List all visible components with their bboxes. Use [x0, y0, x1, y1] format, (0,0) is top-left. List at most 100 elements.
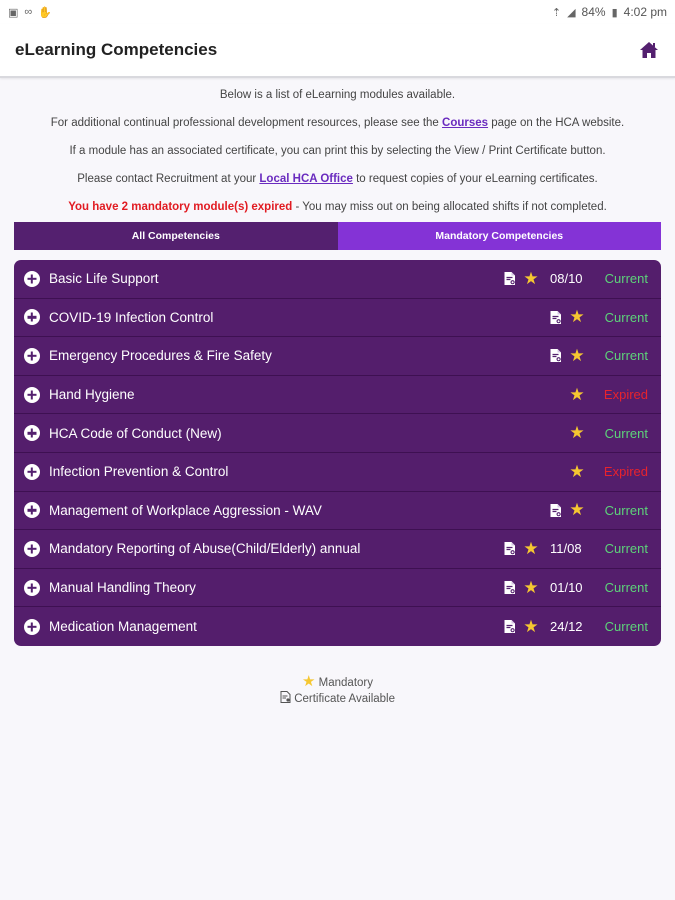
expand-plus-icon[interactable]	[24, 386, 40, 403]
star-icon: ★	[302, 672, 316, 690]
module-name: Infection Prevention & Control	[49, 464, 229, 480]
module-name: Emergency Procedures & Fire Safety	[49, 348, 272, 364]
certificate-icon[interactable]	[502, 271, 518, 286]
certificate-icon[interactable]	[548, 348, 564, 363]
star-icon: ★	[569, 384, 585, 404]
module-status: Expired	[603, 464, 648, 480]
module-name: Hand Hygiene	[49, 387, 135, 403]
expand-plus-icon[interactable]	[24, 463, 40, 480]
gallery-icon: ▣	[8, 6, 19, 19]
intro-line-3: If a module has an associated certificat…	[69, 145, 606, 157]
intro-line-4-text: Please contact Recruitment at your	[77, 173, 260, 185]
module-status: Current	[604, 541, 648, 557]
voicemail-icon: ∞	[24, 6, 33, 18]
module-date: 11/08	[550, 541, 582, 557]
certificate-icon	[280, 690, 294, 705]
expand-plus-icon[interactable]	[24, 270, 40, 287]
module-name: Manual Handling Theory	[49, 580, 196, 596]
intro-section: Below is a list of eLearning modules ava…	[0, 78, 675, 214]
certificate-icon[interactable]	[502, 541, 518, 556]
expired-warning-strong: You have 2 mandatory module(s) expired	[68, 201, 293, 213]
legend-certificate-label: Certificate Available	[294, 692, 395, 705]
expired-warning-text: - You may miss out on being allocated sh…	[292, 201, 607, 213]
module-row[interactable]: Hand Hygiene ★ Expired	[14, 376, 661, 415]
intro-line-4-suffix: to request copies of your eLearning cert…	[352, 173, 598, 185]
module-row[interactable]: Medication Management ★ 24/12 Current	[14, 607, 661, 646]
legend-certificate: Certificate Available	[0, 690, 675, 707]
expand-plus-icon[interactable]	[24, 347, 40, 364]
module-row[interactable]: Emergency Procedures & Fire Safety ★ Curre…	[14, 337, 661, 376]
star-icon: ★	[523, 616, 539, 636]
hand-icon: ✋	[38, 6, 52, 19]
module-row[interactable]: Infection Prevention & Control ★ Expired	[14, 453, 661, 492]
battery-level: 84%	[581, 5, 606, 19]
module-name: Basic Life Support	[49, 271, 159, 287]
signal-icon: ◢	[567, 6, 576, 19]
module-date: 08/10	[550, 271, 583, 287]
star-icon: ★	[569, 461, 585, 481]
status-left: ▣ ∞ ✋	[8, 6, 52, 19]
legend: ★ Mandatory Certificate Available	[0, 672, 675, 707]
star-icon: ★	[523, 268, 539, 288]
expand-plus-icon[interactable]	[24, 502, 40, 519]
module-name: HCA Code of Conduct (New)	[49, 425, 222, 441]
expand-plus-icon[interactable]	[24, 540, 40, 557]
wifi-icon: ⇡	[551, 6, 562, 19]
page-title: eLearning Competencies	[15, 40, 218, 59]
star-icon: ★	[523, 577, 539, 597]
local-office-link[interactable]: Local HCA Office	[259, 173, 353, 185]
module-name: Mandatory Reporting of Abuse(Child/Elder…	[49, 541, 361, 557]
certificate-icon[interactable]	[548, 503, 564, 518]
star-icon: ★	[523, 538, 539, 558]
module-status: Current	[604, 619, 648, 635]
certificate-icon[interactable]	[502, 619, 518, 634]
expand-plus-icon[interactable]	[24, 618, 40, 635]
expand-plus-icon[interactable]	[24, 579, 40, 596]
expand-plus-icon[interactable]	[24, 309, 40, 326]
intro-line-2-text: For additional continual professional de…	[50, 117, 443, 129]
clock: 4:02 pm	[623, 5, 667, 19]
tab-all-competencies[interactable]: All Competencies	[14, 222, 338, 250]
module-status: Current	[604, 580, 648, 596]
expired-warning: You have 2 mandatory module(s) expired -…	[0, 200, 675, 214]
module-status: Current	[604, 271, 648, 287]
expand-plus-icon[interactable]	[24, 425, 40, 442]
module-date: 01/10	[550, 580, 583, 596]
intro-line-1: Below is a list of eLearning modules ava…	[219, 89, 456, 101]
tab-mandatory-competencies[interactable]: Mandatory Competencies	[337, 222, 661, 250]
status-right: ⇡ ◢ 84% ▮ 4:02 pm	[552, 5, 667, 19]
star-icon: ★	[569, 345, 585, 365]
intro-line-2: For additional continual professional de…	[0, 116, 675, 130]
star-icon: ★	[569, 307, 585, 327]
module-status: Current	[604, 309, 648, 325]
legend-mandatory-label: Mandatory	[318, 676, 373, 689]
home-icon[interactable]	[639, 40, 659, 60]
legend-mandatory: ★ Mandatory	[0, 672, 675, 691]
competency-tabs: All Competencies Mandatory Competencies	[14, 222, 661, 250]
star-icon: ★	[569, 423, 585, 443]
module-status: Current	[604, 348, 648, 364]
app-bar: eLearning Competencies	[0, 24, 675, 78]
module-row[interactable]: HCA Code of Conduct (New) ★ Current	[14, 414, 661, 453]
module-date: 24/12	[550, 619, 583, 635]
certificate-icon[interactable]	[502, 580, 518, 595]
module-name: COVID-19 Infection Control	[49, 309, 214, 325]
star-icon: ★	[569, 500, 585, 520]
module-list: Basic Life Support ★ 08/10 Current COVID-19 …	[14, 260, 661, 646]
certificate-icon[interactable]	[548, 310, 564, 325]
module-row[interactable]: Mandatory Reporting of Abuse(Child/Elder…	[14, 530, 661, 569]
module-row[interactable]: Manual Handling Theory ★ 01/10 Current	[14, 569, 661, 608]
module-name: Medication Management	[49, 619, 197, 635]
module-row[interactable]: Management of Workplace Aggression - WAV…	[14, 492, 661, 531]
module-row[interactable]: Basic Life Support ★ 08/10 Current	[14, 260, 661, 299]
status-bar: ▣ ∞ ✋ ⇡ ◢ 84% ▮ 4:02 pm	[0, 0, 675, 24]
module-row[interactable]: COVID-19 Infection Control ★ Current	[14, 299, 661, 338]
module-status: Current	[604, 502, 648, 518]
courses-link[interactable]: Courses	[442, 117, 488, 129]
module-status: Current	[604, 425, 648, 441]
intro-line-4: Please contact Recruitment at your Local…	[0, 172, 675, 186]
battery-icon: ▮	[611, 6, 618, 19]
module-name: Management of Workplace Aggression - WAV	[49, 502, 322, 518]
intro-line-2-suffix: page on the HCA website.	[488, 117, 625, 129]
module-status: Expired	[603, 387, 648, 403]
